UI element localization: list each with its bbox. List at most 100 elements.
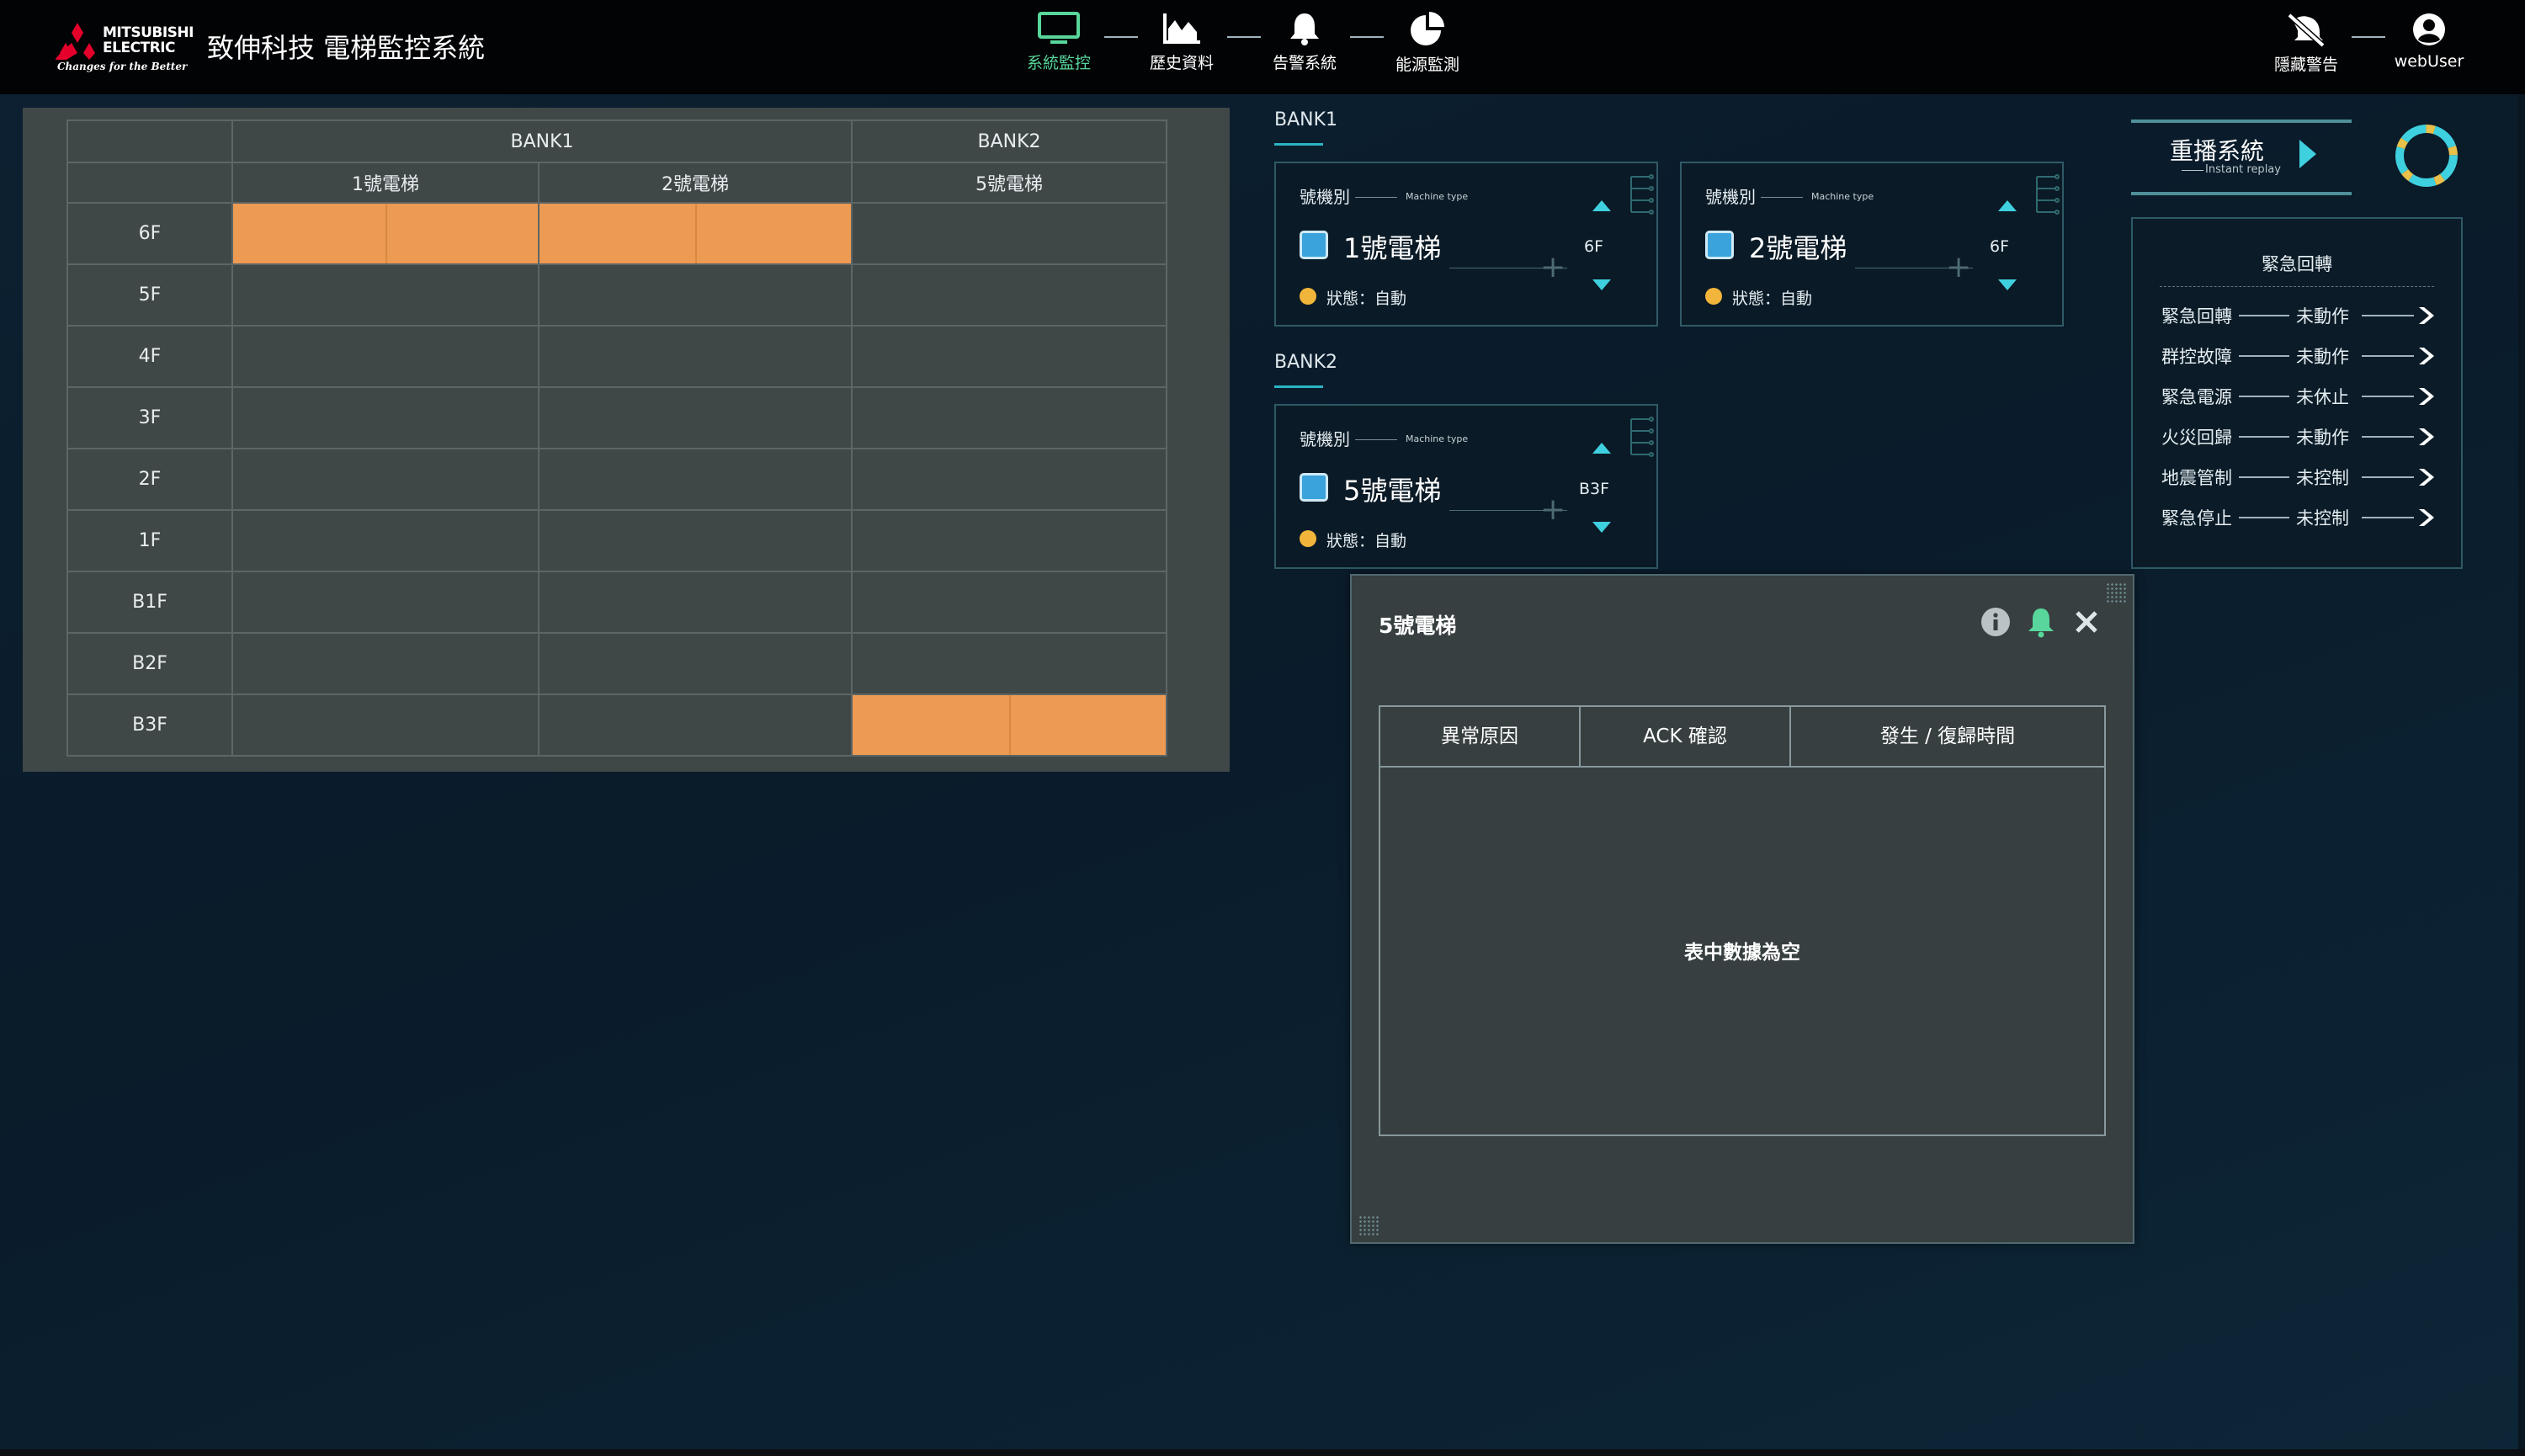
bottom-edge	[0, 1449, 2525, 1456]
chevron-right-icon	[2419, 348, 2434, 364]
emergency-row[interactable]: 緊急回轉 未動作	[2161, 303, 2448, 328]
status-text: 狀態：自動	[1326, 532, 1407, 550]
column-header[interactable]: 發生 / 復歸時間	[1791, 707, 2104, 766]
resize-grip-icon[interactable]	[1358, 1215, 1379, 1235]
connector-line	[2239, 517, 2289, 518]
divider	[2131, 120, 2352, 123]
machine-type-label: Machine type	[1406, 433, 1469, 444]
user-menu[interactable]: webUser	[2379, 12, 2480, 79]
arrow-up-icon	[1998, 200, 2017, 211]
elevator-card-5[interactable]: 號機別 Machine type 5號電梯 + B3F 狀態：自動	[1274, 404, 1658, 569]
elevator-status-square	[1300, 231, 1328, 259]
chevron-right-icon	[2419, 428, 2434, 445]
emergency-row[interactable]: 群控故障 未動作	[2161, 343, 2448, 369]
status-text: 狀態：自動	[1732, 290, 1813, 308]
floor-label: B1F	[66, 571, 233, 634]
chevron-right-icon	[2419, 509, 2434, 526]
shaft-cell	[538, 202, 853, 265]
emergency-row[interactable]: 緊急電源 未休止	[2161, 384, 2448, 409]
emergency-row[interactable]: 地震管制 未控制	[2161, 465, 2448, 490]
shaft-cell	[231, 571, 540, 634]
bank-underline	[1274, 143, 1323, 146]
emergency-name: 火災回歸	[2161, 428, 2232, 448]
nav-history[interactable]: 歷史資料	[1131, 12, 1232, 79]
current-floor: 6F	[1584, 237, 1604, 256]
emergency-row[interactable]: 緊急停止 未控制	[2161, 505, 2448, 530]
emergency-name: 緊急停止	[2161, 508, 2232, 529]
shaft-cell	[231, 263, 540, 327]
shaft-cell	[851, 632, 1167, 695]
elevator-status-square	[1300, 473, 1328, 502]
elevator-card-2[interactable]: 號機別 Machine type 2號電梯 + 6F 狀態：自動	[1680, 162, 2064, 327]
shaft-cell	[851, 263, 1167, 327]
status-dot	[1300, 288, 1316, 305]
arrow-down-icon	[1998, 279, 2017, 290]
shaft-cell	[851, 202, 1167, 265]
emergency-panel: 緊急回轉 緊急回轉 未動作 群控故障 未動作 緊急電源 未休止 火災回歸 未動作…	[2131, 217, 2463, 569]
table-header: 異常原因 ACK 確認 發生 / 復歸時間	[1380, 707, 2104, 768]
elevator-name: 5號電梯	[1343, 475, 1442, 507]
play-icon	[2299, 140, 2316, 168]
column-header[interactable]: ACK 確認	[1581, 707, 1791, 766]
replay-button[interactable]: 重播系統 Instant replay	[2131, 120, 2352, 195]
close-icon[interactable]	[2070, 606, 2102, 638]
bell-icon	[1290, 13, 1319, 45]
shaft-cell	[538, 571, 853, 634]
floor-label: 4F	[66, 325, 233, 388]
vertical-scrollbar[interactable]	[2518, 94, 2525, 1449]
floor-label: B3F	[66, 693, 233, 757]
info-icon[interactable]	[1980, 606, 2012, 638]
machine-type-label: Machine type	[1406, 191, 1469, 202]
shaft-cell	[538, 632, 853, 695]
nav-label: 歷史資料	[1149, 54, 1214, 72]
bell-icon[interactable]	[2025, 606, 2057, 638]
connector-line	[2239, 315, 2289, 316]
hide-alerts-button[interactable]: 隱藏警告	[2256, 12, 2357, 79]
emergency-name: 地震管制	[2161, 468, 2232, 488]
elevator-name: 2號電梯	[1749, 232, 1847, 264]
chevron-right-icon	[2419, 469, 2434, 486]
shaft-cell	[538, 448, 853, 511]
column-header[interactable]: 異常原因	[1380, 707, 1581, 766]
brand-tagline: Changes for the Better	[57, 61, 188, 72]
arrow-up-icon	[1592, 443, 1611, 454]
nav-system-monitor[interactable]: 系統監控	[1008, 12, 1109, 79]
circuit-deco-icon	[1630, 174, 1654, 215]
brand-line-2: ELECTRIC	[103, 40, 176, 56]
emergency-state: 未動作	[2296, 347, 2349, 367]
floor-label: 2F	[66, 448, 233, 511]
arrow-up-icon	[1592, 200, 1611, 211]
area-chart-icon	[1163, 13, 1200, 44]
emergency-row[interactable]: 火災回歸 未動作	[2161, 424, 2448, 449]
nav-label: 能源監測	[1395, 56, 1459, 74]
bank1-title: BANK1	[1274, 109, 1338, 130]
shaft-cell	[851, 386, 1167, 449]
username: webUser	[2394, 52, 2464, 71]
bank-underline	[1274, 385, 1323, 388]
replay-sub-label: Instant replay	[2205, 163, 2281, 176]
elevator-header: 1號電梯	[231, 162, 540, 204]
resize-grip-icon[interactable]	[2106, 582, 2126, 603]
machine-label: 號機別	[1300, 429, 1350, 449]
shaft-cell	[231, 386, 540, 449]
dialog-title: 5號電梯	[1379, 614, 1457, 638]
divider	[1355, 439, 1397, 440]
emergency-state: 未動作	[2296, 428, 2349, 448]
elevator-car-5[interactable]	[853, 695, 1166, 755]
loading-ring-icon[interactable]	[2389, 118, 2464, 194]
elevator-name: 1號電梯	[1343, 232, 1442, 264]
elevator-card-1[interactable]: 號機別 Machine type 1號電梯 + 6F 狀態：自動	[1274, 162, 1658, 327]
shaft-cell	[538, 263, 853, 327]
nav-alarm[interactable]: 告警系統	[1254, 12, 1355, 79]
monitor-icon	[1038, 12, 1080, 44]
floor-label: 3F	[66, 386, 233, 449]
shaft-cell	[538, 509, 853, 572]
nav-energy[interactable]: 能源監測	[1377, 12, 1478, 79]
elevator-car-1[interactable]	[233, 204, 538, 263]
circuit-deco-icon	[2036, 174, 2060, 215]
elevator-status-square	[1705, 231, 1734, 259]
shaft-cell	[851, 325, 1167, 388]
connector-line	[2362, 476, 2414, 478]
elevator-car-2[interactable]	[540, 204, 851, 263]
connector-line	[2362, 315, 2414, 316]
